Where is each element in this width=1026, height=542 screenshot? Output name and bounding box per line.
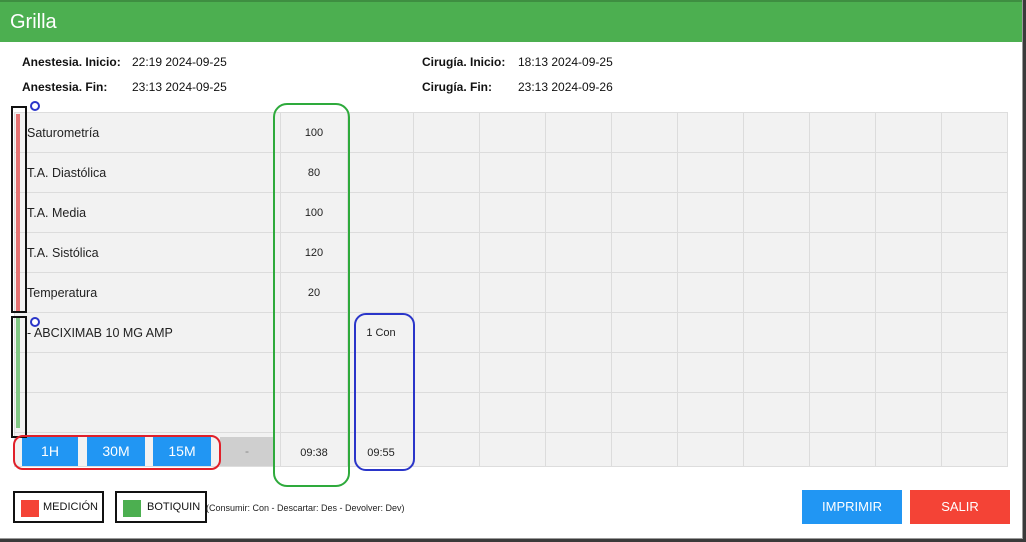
botiquin-marker-icon (30, 317, 40, 327)
interval-30m-button[interactable]: 30M (87, 437, 145, 466)
row-label: T.A. Diastólica (27, 166, 107, 180)
legend-medicion-label: MEDICIÓN (43, 501, 98, 513)
cell-value[interactable]: 20 (281, 273, 347, 313)
row-label: - ABCIXIMAB 10 MG AMP (27, 326, 173, 340)
row-label: T.A. Media (27, 206, 87, 220)
cell-value[interactable]: 100 (281, 113, 347, 153)
anestesia-fin-label: Anestesia. Fin: (22, 80, 108, 94)
legend-botiquin: BOTIQUIN (115, 491, 207, 523)
interval-dash: - (220, 437, 274, 466)
anestesia-inicio-value: 22:19 2024-09-25 (132, 55, 227, 69)
print-button[interactable]: IMPRIMIR (802, 490, 902, 524)
anestesia-fin-value: 23:13 2024-09-25 (132, 80, 227, 94)
legend-botiquin-label: BOTIQUIN (147, 501, 201, 513)
title-bar: Grilla (0, 0, 1022, 42)
row-label: Temperatura (27, 286, 98, 300)
cell-value[interactable]: 120 (281, 233, 347, 273)
cirugia-fin-label: Cirugía. Fin: (422, 80, 492, 94)
legend-medicion: MEDICIÓN (13, 491, 104, 523)
time-header-2[interactable]: 09:55 (348, 433, 414, 473)
grid-row-empty[interactable] (15, 353, 1007, 393)
grid-row-ta-sistolica[interactable]: T.A. Sistólica 120 (15, 233, 1007, 273)
row-label: Saturometría (27, 126, 100, 140)
grid-row-ta-media[interactable]: T.A. Media 100 (15, 193, 1007, 233)
row-label: T.A. Sistólica (27, 246, 99, 260)
time-header-1[interactable]: 09:38 (281, 433, 347, 473)
botiquin-swatch (123, 500, 141, 517)
cirugia-fin-value: 23:13 2024-09-26 (518, 80, 613, 94)
anestesia-inicio: Anestesia. Inicio: 22:19 2024-09-25 (22, 55, 227, 69)
grid-row-empty[interactable] (15, 393, 1007, 433)
medicion-indicator-bar (16, 114, 20, 312)
window-title: Grilla (10, 11, 57, 33)
anestesia-fin: Anestesia. Fin: 23:13 2024-09-25 (22, 80, 227, 94)
legend-note: (Consumir: Con - Descartar: Des - Devolv… (206, 503, 405, 513)
cirugia-inicio: Cirugía. Inicio: 18:13 2024-09-25 (422, 55, 613, 69)
cell-value[interactable]: 100 (281, 193, 347, 233)
grid-row-abciximab[interactable]: - ABCIXIMAB 10 MG AMP 1 Con (15, 313, 1007, 353)
anestesia-inicio-label: Anestesia. Inicio: (22, 55, 121, 69)
cell-value[interactable]: 80 (281, 153, 347, 193)
grid-row-saturometria[interactable]: Saturometría 100 (15, 113, 1007, 153)
grid-row-temperatura[interactable]: Temperatura 20 (15, 273, 1007, 313)
interval-15m-button[interactable]: 15M (153, 437, 211, 466)
cirugia-inicio-value: 18:13 2024-09-25 (518, 55, 613, 69)
medicion-marker-icon (30, 101, 40, 111)
cirugia-inicio-label: Cirugía. Inicio: (422, 55, 506, 69)
exit-button[interactable]: SALIR (910, 490, 1010, 524)
medicion-swatch (21, 500, 39, 517)
grid-row-ta-diastolica[interactable]: T.A. Diastólica 80 (15, 153, 1007, 193)
cell-value[interactable]: 1 Con (348, 313, 414, 353)
interval-1h-button[interactable]: 1H (22, 437, 78, 466)
data-grid: Saturometría 100 T.A. Diastólica 80 T.A.… (14, 112, 1008, 467)
grilla-window: Grilla Anestesia. Inicio: 22:19 2024-09-… (0, 0, 1023, 539)
cirugia-fin: Cirugía. Fin: 23:13 2024-09-26 (422, 80, 613, 94)
botiquin-indicator-bar (16, 318, 20, 428)
